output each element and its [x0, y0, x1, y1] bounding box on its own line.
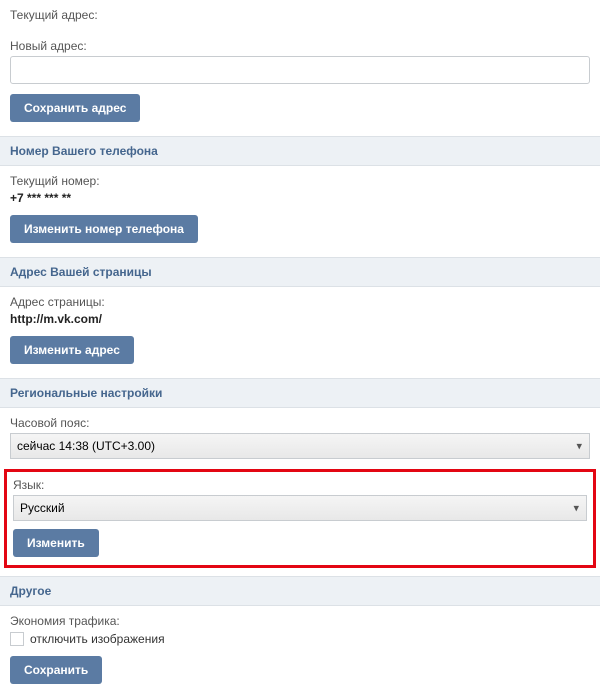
language-label: Язык: [13, 478, 587, 492]
current-address-label: Текущий адрес: [10, 8, 590, 22]
disable-images-label: отключить изображения [30, 632, 165, 646]
new-address-row: Новый адрес: [0, 31, 600, 90]
language-select[interactable]: Русский [13, 495, 587, 521]
change-page-address-button[interactable]: Изменить адрес [10, 336, 134, 364]
phone-section-header: Номер Вашего телефона [0, 136, 600, 166]
timezone-label: Часовой пояс: [10, 416, 590, 430]
traffic-row: Экономия трафика: отключить изображения [0, 606, 600, 652]
regional-section-header: Региональные настройки [0, 378, 600, 408]
timezone-select[interactable]: сейчас 14:38 (UTC+3.00) [10, 433, 590, 459]
language-highlight-box: Язык: Русский Изменить [4, 469, 596, 568]
other-section-header: Другое [0, 576, 600, 606]
save-other-button[interactable]: Сохранить [10, 656, 102, 684]
page-address-label: Адрес страницы: [10, 295, 590, 309]
page-address-value: http://m.vk.com/ [10, 312, 102, 326]
new-address-input[interactable] [10, 56, 590, 84]
timezone-row: Часовой пояс: сейчас 14:38 (UTC+3.00) [0, 408, 600, 465]
new-address-label: Новый адрес: [10, 39, 590, 53]
disable-images-checkbox[interactable] [10, 632, 24, 646]
phone-current-row: Текущий номер: +7 *** *** ** [0, 166, 600, 211]
save-address-button[interactable]: Сохранить адрес [10, 94, 140, 122]
phone-current-label: Текущий номер: [10, 174, 590, 188]
phone-current-value: +7 *** *** ** [10, 191, 71, 205]
current-address-row: Текущий адрес: [0, 0, 600, 31]
traffic-label: Экономия трафика: [10, 614, 590, 628]
change-language-button[interactable]: Изменить [13, 529, 99, 557]
page-address-section-header: Адрес Вашей страницы [0, 257, 600, 287]
change-phone-button[interactable]: Изменить номер телефона [10, 215, 198, 243]
page-address-row: Адрес страницы: http://m.vk.com/ [0, 287, 600, 332]
